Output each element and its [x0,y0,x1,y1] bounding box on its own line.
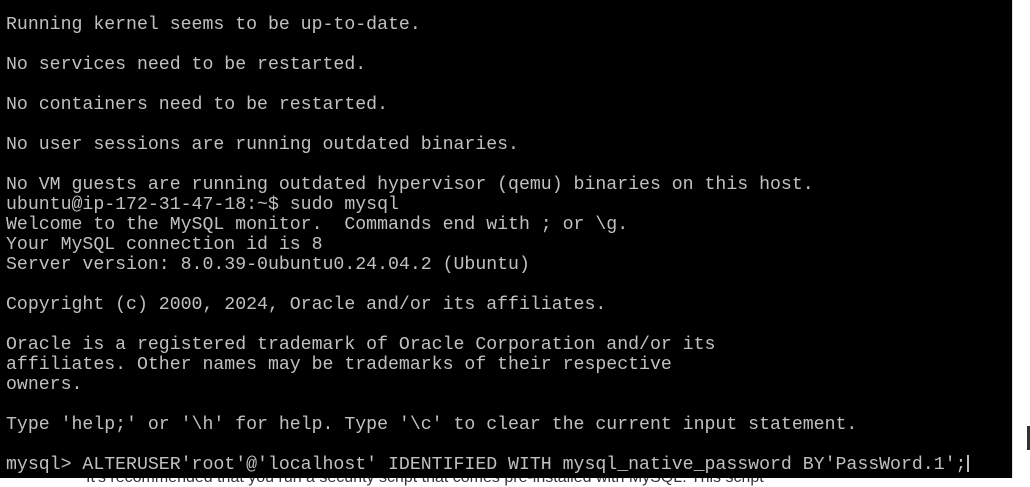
terminal-line: No VM guests are running outdated hyperv… [6,175,814,195]
partial-article-text: It's recommended that you run a security… [86,478,764,487]
terminal-line: No containers need to be restarted. [6,95,388,115]
text-cursor [967,455,970,472]
terminal-line: affiliates. Other names may be trademark… [6,355,672,375]
terminal-window[interactable]: Running kernel seems to be up-to-date. N… [0,0,1012,478]
mysql-input-line[interactable]: mysql> ALTERUSER'root'@'localhost' IDENT… [6,455,970,475]
terminal-line: Server version: 8.0.39-0ubuntu0.24.04.2 … [6,255,530,275]
terminal-line: No services need to be restarted. [6,55,367,75]
terminal-line: Oracle is a registered trademark of Orac… [6,335,716,355]
terminal-line: owners. [6,375,83,395]
terminal-line: Type 'help;' or '\h' for help. Type '\c'… [6,415,858,435]
terminal-line: Your MySQL connection id is 8 [6,235,323,255]
terminal-output: Running kernel seems to be up-to-date. N… [6,15,970,475]
page-below-terminal: It's recommended that you run a security… [0,478,1030,487]
terminal-line: Welcome to the MySQL monitor. Commands e… [6,215,629,235]
terminal-line: Copyright (c) 2000, 2024, Oracle and/or … [6,295,607,315]
scrollbar[interactable] [1012,0,1030,478]
terminal-line: Running kernel seems to be up-to-date. [6,15,421,35]
terminal-line: No user sessions are running outdated bi… [6,135,519,155]
shell-prompt-line: ubuntu@ip-172-31-47-18:~$ sudo mysql [6,195,399,215]
mysql-command-text[interactable]: mysql> ALTERUSER'root'@'localhost' IDENT… [6,455,966,475]
